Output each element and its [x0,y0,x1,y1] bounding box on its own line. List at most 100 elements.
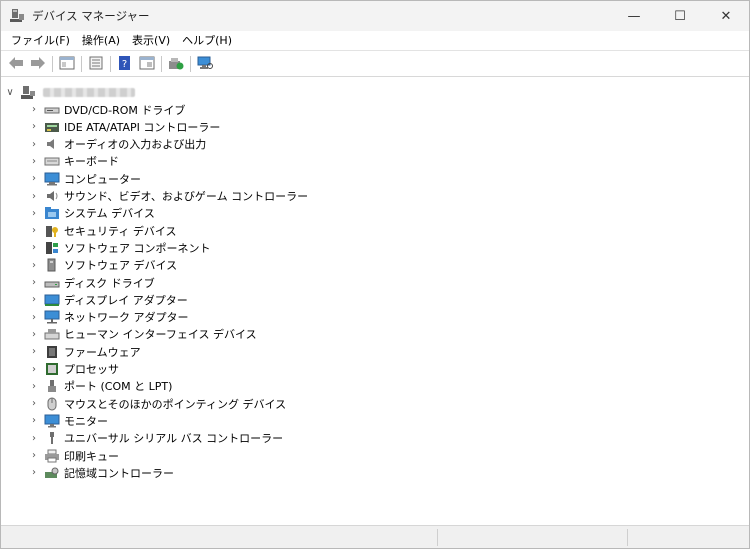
tree-category-row[interactable]: › ソフトウェア デバイス [25,257,177,274]
expand-chevron-icon[interactable]: ∨ [1,84,19,101]
properties-pane-button[interactable] [56,54,78,74]
forward-button[interactable] [27,54,49,74]
expand-chevron-icon[interactable]: › [25,361,43,378]
tree-category-label: ディスプレイ アダプター [64,293,188,307]
expand-chevron-icon[interactable]: › [25,239,43,256]
maximize-button[interactable]: ☐ [657,1,703,31]
disk-drive-icon [44,276,60,290]
update-driver-icon [168,56,184,73]
expand-chevron-icon[interactable]: › [25,257,43,274]
minimize-button[interactable]: — [611,1,657,31]
expand-chevron-icon[interactable]: › [25,412,43,429]
expand-chevron-icon[interactable]: › [25,153,43,170]
menu-action[interactable]: 操作(A) [76,31,126,51]
tree-category-row[interactable]: › キーボード [25,153,119,170]
keyboard-icon [44,154,60,168]
help-button[interactable]: ? [114,54,136,74]
back-button[interactable] [5,54,27,74]
forward-arrow-icon [30,56,46,73]
scan-hardware-icon [197,56,213,73]
toolbar-separator [81,56,82,72]
security-key-icon [44,224,60,238]
mouse-icon [44,397,60,411]
tree-category-row[interactable]: › ネットワーク アダプター [25,309,189,326]
expand-chevron-icon[interactable]: › [25,205,43,222]
monitor-icon [44,414,60,428]
device-list-button[interactable] [85,54,107,74]
tree-category-label: ネットワーク アダプター [64,311,189,325]
tree-category-label: サウンド、ビデオ、およびゲーム コントローラー [64,190,309,203]
printer-icon [44,449,60,463]
storage-controller-icon [44,466,60,480]
tree-category-label: セキュリティ デバイス [64,224,177,238]
tree-category-row[interactable]: › ディスプレイ アダプター [25,291,188,308]
tree-category-row[interactable]: › 印刷キュー [25,447,119,464]
tree-category-row[interactable]: › オーディオの入力および出力 [25,136,206,153]
tree-category-row[interactable]: › DVD/CD-ROM ドライブ [25,101,185,118]
tree-category-row[interactable]: › ユニバーサル シリアル バス コントローラー [25,430,283,447]
scan-hardware-button[interactable] [194,54,216,74]
expand-chevron-icon[interactable]: › [25,309,43,326]
expand-chevron-icon[interactable]: › [25,188,43,205]
tree-category-row[interactable]: › IDE ATA/ATAPI コントローラー [25,118,220,135]
menu-bar: ファイル(F) 操作(A) 表示(V) ヘルプ(H) [1,31,749,51]
tree-category-row[interactable]: › コンピューター [25,170,141,187]
tree-category-row[interactable]: › ヒューマン インターフェイス デバイス [25,326,257,343]
expand-chevron-icon[interactable]: › [25,464,43,481]
menu-file[interactable]: ファイル(F) [5,31,76,51]
tree-category-row[interactable]: › システム デバイス [25,205,155,222]
menu-view[interactable]: 表示(V) [126,31,176,51]
software-component-icon [44,241,60,255]
properties-pane-icon [59,56,75,73]
expand-chevron-icon[interactable]: › [25,118,43,135]
tree-root[interactable]: ∨ [1,84,135,101]
expand-chevron-icon[interactable]: › [25,430,43,447]
expand-chevron-icon[interactable]: › [25,222,43,239]
tree-category-row[interactable]: › ディスク ドライブ [25,274,155,291]
expand-chevron-icon[interactable]: › [25,395,43,412]
tree-category-row[interactable]: › ファームウェア [25,343,141,360]
tree-category-label: ソフトウェア デバイス [64,259,178,273]
firmware-icon [44,345,60,359]
expand-chevron-icon[interactable]: › [25,343,43,360]
status-bar-divider [437,529,438,546]
expand-chevron-icon[interactable]: › [25,326,43,343]
window-controls: — ☐ ✕ [611,1,749,31]
svg-text:?: ? [122,59,127,70]
expand-chevron-icon[interactable]: › [25,378,43,395]
tree-category-label: キーボード [64,155,119,169]
usb-icon [44,431,60,445]
speaker-icon [44,137,60,151]
tree-category-row[interactable]: › ソフトウェア コンポーネント [25,239,211,256]
close-button[interactable]: ✕ [703,1,749,31]
title-bar[interactable]: デバイス マネージャー — ☐ ✕ [1,1,749,31]
device-tree[interactable]: ∨ › DVD/CD-ROM ドライブ › IDE ATA/ATAPI コントローラー… [1,78,749,525]
expand-chevron-icon[interactable]: › [25,170,43,187]
tree-category-row[interactable]: › マウスとそのほかのポインティング デバイス [25,395,286,412]
tree-category-row[interactable]: › ポート (COM と LPT) [25,378,172,395]
tree-category-row[interactable]: › 記憶域コントローラー [25,464,174,481]
tree-category-row[interactable]: › モニター [25,412,108,429]
update-driver-button[interactable] [165,54,187,74]
expand-chevron-icon[interactable]: › [25,291,43,308]
close-icon: ✕ [720,8,732,24]
network-adapter-icon [44,310,60,324]
tree-category-label: ディスク ドライブ [64,276,155,290]
tree-category-label: コンピューター [64,172,141,186]
expand-chevron-icon[interactable]: › [25,447,43,464]
tree-category-row[interactable]: › セキュリティ デバイス [25,222,177,239]
device-manager-app-icon [9,8,25,24]
tree-category-label: マウスとそのほかのポインティング デバイス [64,397,287,411]
toolbar-separator [190,56,191,72]
toolbar-separator [110,56,111,72]
toolbar-separator [52,56,53,72]
tree-category-row[interactable]: › サウンド、ビデオ、およびゲーム コントローラー [25,188,308,205]
expand-chevron-icon[interactable]: › [25,136,43,153]
expand-chevron-icon[interactable]: › [25,101,43,118]
tree-category-row[interactable]: › プロセッサ [25,361,119,378]
expand-chevron-icon[interactable]: › [25,274,43,291]
minimize-icon: — [627,8,641,24]
menu-help[interactable]: ヘルプ(H) [176,31,238,51]
show-hidden-button[interactable] [136,54,158,74]
tree-category-label: 印刷キュー [64,449,119,463]
